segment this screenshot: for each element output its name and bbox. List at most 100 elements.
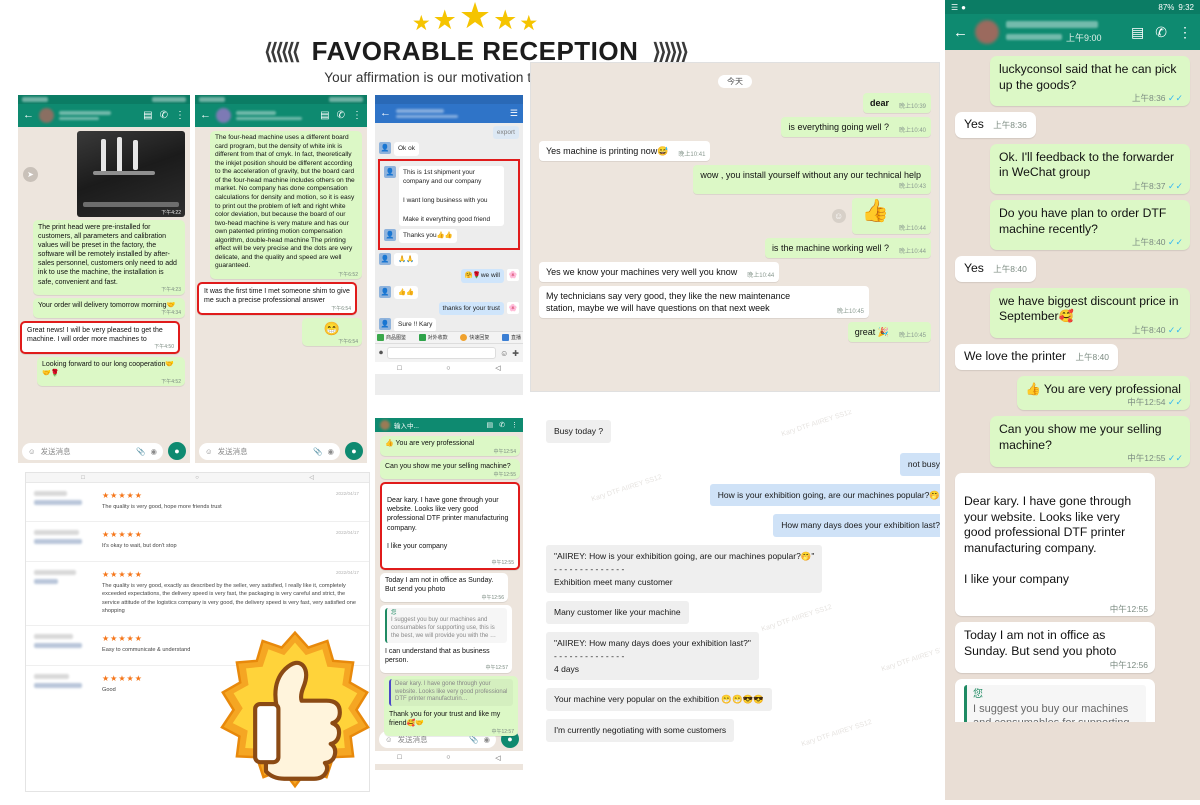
review-text: It's okay to wait, but don't stop [102,543,177,550]
mic-icon[interactable]: ● [345,442,363,460]
review-body: ★★★★★ The quality is very good, exactly … [102,570,359,616]
nav-home-icon[interactable]: ○ [195,475,199,481]
video-call-icon[interactable]: ▤ [143,110,152,121]
emoji-icon[interactable]: ☺ [28,447,36,456]
emoji-icon[interactable]: ☺ [500,349,508,358]
message-timestamp: 中午12:56 [1109,659,1148,670]
attach-icon[interactable]: 📎 [136,447,145,456]
review-item: ★★★★★ It's okay to wait, but don't stop … [26,522,369,562]
avatar[interactable] [380,420,390,430]
message-text: Ok ok [394,142,419,156]
message-timestamp: 晚上10:44 [898,225,926,232]
toolbar-item-quick-reply[interactable]: 快速回复 [460,334,489,341]
chat-panel-2: ← ▤ ✆ ⋮ The four-head machine uses a dif… [195,95,367,465]
review-text: The quality is very good, exactly as des… [102,582,357,614]
avatar[interactable]: 🌸 [507,302,519,315]
toolbar-item-external-payment[interactable]: 对外收款 [418,334,448,341]
forward-icon[interactable]: ➤ [23,166,38,182]
toolbar-label: 直播 [510,335,521,341]
overflow-menu-icon[interactable]: ⋮ [1178,24,1192,41]
panel2-messages: The four-head machine uses a different b… [195,127,367,439]
back-icon[interactable]: ← [200,110,211,121]
highlighted-group: 👤 This is 1st shipment your company and … [378,158,520,250]
message-timestamp: 下午6:54 [338,338,358,345]
chat-panel-4: 输入中... ▤ ✆ ⋮ 👍 You are very professional… [375,418,523,770]
avatar[interactable]: 👤 [379,285,391,298]
avatar[interactable]: 👤 [384,165,396,178]
message-text: It was the first time I met someone shim… [204,288,350,305]
message-bubble-highlighted: It was the first time I met someone shim… [197,282,357,316]
camera-icon[interactable]: ◉ [327,447,334,456]
panel2-topbar: ← ▤ ✆ ⋮ [195,104,367,127]
reaction-icon[interactable]: ☺ [831,208,846,223]
contact-name [59,111,138,120]
overflow-menu-icon[interactable]: ⋮ [511,421,518,429]
voice-icon[interactable]: ⏺ [379,348,383,358]
voice-call-icon[interactable]: ✆ [337,110,345,121]
message-timestamp: 上午8:40 [993,264,1027,275]
message-text: 👍👍 [394,285,419,300]
live-icon [501,334,509,341]
toolbar-item-product-gallery[interactable]: 商品图鉴 [377,334,406,341]
message-input[interactable]: ☺ 发送消息 📎 ◉ [199,442,340,460]
message-bubble-quoted: 您 I suggest you buy our machines and con… [955,678,1155,722]
video-call-icon[interactable]: ▤ [320,110,329,121]
more-icon[interactable]: ☰ [510,108,518,119]
message-text: Ok. I'll feedback to the forwarder in We… [999,149,1175,180]
quoted-message[interactable]: 您 I suggest you buy our machines and con… [964,684,1146,722]
avatar[interactable]: 👤 [384,229,396,242]
nav-home-icon[interactable]: ○ [446,754,450,761]
mic-icon[interactable]: ● [168,442,186,460]
back-icon[interactable]: ← [953,24,968,41]
message-emoji: 😁 [323,321,341,337]
status-bar [195,95,367,104]
thumbs-up-icon [220,630,370,789]
nav-back-icon[interactable]: ◁ [309,474,314,481]
back-icon[interactable]: ← [380,108,391,119]
avatar[interactable]: 🌸 [507,269,519,282]
message-text: Yes machine is printing now😅 [546,146,669,157]
avatar[interactable] [216,108,231,123]
nav-home-icon[interactable]: ○ [446,365,450,372]
avatar[interactable]: 👤 [379,252,391,265]
video-call-icon[interactable]: ▤ [487,421,494,429]
add-attachment-icon[interactable]: ✚ [512,349,519,358]
avatar[interactable]: 👤 [379,318,391,331]
avatar[interactable] [39,108,54,123]
emoji-icon[interactable]: ☺ [205,447,213,456]
toolbar-item-live[interactable]: 直播 [501,334,521,341]
message-input[interactable] [387,347,497,359]
message-text: Dear kary. I have gone through your webs… [964,494,1132,587]
avatar[interactable]: 👤 [379,142,391,155]
day-label: 今天 [718,75,752,88]
message-input[interactable]: ☺ 发送消息 📎 ◉ [22,442,163,460]
video-call-icon[interactable]: ▤ [1131,24,1144,41]
avatar[interactable] [975,20,999,44]
attach-icon[interactable]: 📎 [313,447,322,456]
message-text: Sure !! Kary [394,318,437,331]
voice-call-icon[interactable]: ✆ [160,110,168,121]
nav-recents-icon[interactable]: □ [397,365,401,372]
message-text: luckyconsol said that he can pick up the… [999,62,1177,92]
status-bar: ☰ ● 87% 9:32 [945,0,1200,14]
voice-call-icon[interactable]: ✆ [499,421,505,429]
star-icon: ★ [432,5,457,35]
nav-recents-icon[interactable]: □ [81,475,85,481]
voice-call-icon[interactable]: ✆ [1155,24,1167,41]
nav-back-icon[interactable]: ◁ [495,754,500,762]
message-bubble: luckyconsol said that he can pick up the… [990,56,1190,107]
back-icon[interactable]: ← [23,110,34,121]
machine-photo[interactable]: 下午4:22 [77,131,185,217]
panel2-header: ← ▤ ✆ ⋮ [195,95,367,127]
wifi-icon: ● [961,2,967,12]
camera-icon[interactable]: ◉ [150,447,157,456]
message-row: is everything going well ? 晚上10:40 [539,117,931,138]
overflow-menu-icon[interactable]: ⋮ [352,110,362,121]
message-bubble: My technicians say very good, they like … [539,285,869,319]
review-date: 2022/04/17 [336,491,359,496]
overflow-menu-icon[interactable]: ⋮ [175,110,185,121]
nav-recents-icon[interactable]: □ [397,754,401,761]
nav-back-icon[interactable]: ◁ [495,364,500,372]
message-timestamp: 下午4:22 [161,210,181,216]
message-row: is the machine working well ? 晚上10:44 [539,237,931,258]
